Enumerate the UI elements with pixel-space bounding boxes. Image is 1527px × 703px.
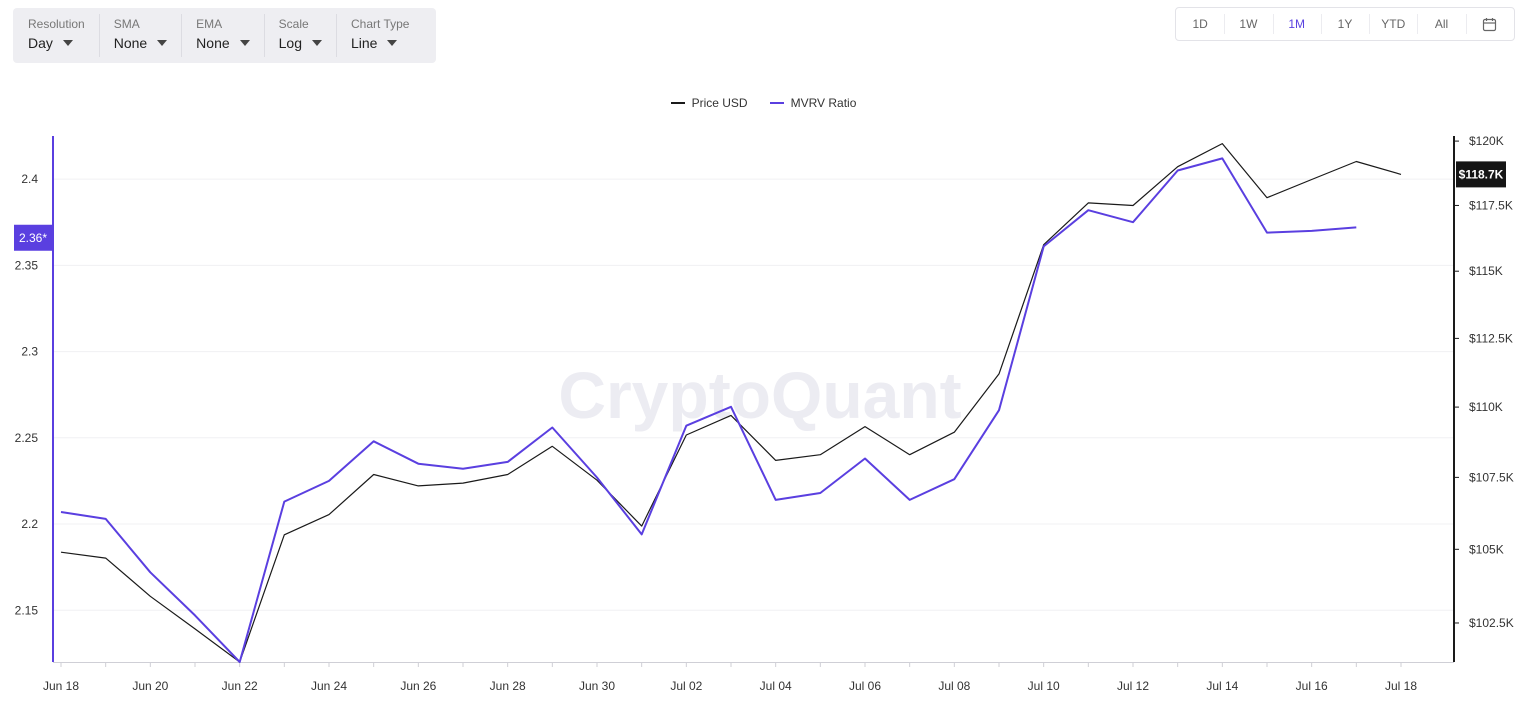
- x-tick-label: Jun 30: [579, 679, 615, 693]
- left-tick-label: 2.15: [15, 603, 39, 617]
- x-tick-label: Jun 26: [400, 679, 436, 693]
- x-tick-label: Jul 10: [1028, 679, 1060, 693]
- right-tick-label: $110K: [1469, 400, 1503, 414]
- x-tick-label: Jun 22: [222, 679, 258, 693]
- right-tick-label: $112.5K: [1469, 331, 1513, 345]
- right-tick-label: $107.5K: [1469, 470, 1514, 484]
- x-tick-label: Jul 04: [760, 679, 792, 693]
- x-tick-label: Jun 20: [132, 679, 168, 693]
- left-tick-label: 2.3: [21, 345, 38, 359]
- left-tick-label: 2.4: [21, 172, 38, 186]
- right-tick-label: $115K: [1469, 264, 1503, 278]
- left-tick-label: 2.35: [15, 258, 39, 272]
- left-tick-label: 2.25: [15, 431, 39, 445]
- x-tick-label: Jun 18: [43, 679, 79, 693]
- x-tick-label: Jul 12: [1117, 679, 1149, 693]
- right-tick-label: $117.5K: [1469, 198, 1513, 212]
- x-tick-label: Jul 08: [938, 679, 970, 693]
- right-tick-label: $105K: [1469, 542, 1504, 556]
- x-tick-label: Jul 16: [1296, 679, 1328, 693]
- right-value-badge-label: $118.7K: [1459, 167, 1504, 181]
- x-tick-label: Jul 14: [1206, 679, 1238, 693]
- watermark: CryptoQuant: [558, 358, 961, 432]
- x-tick-label: Jul 18: [1385, 679, 1417, 693]
- x-tick-label: Jul 06: [849, 679, 881, 693]
- mvrv-price-chart: CryptoQuant 2.15 2.2 2.25 2.3 2.35 2.4 $102.5K…: [14, 134, 1514, 693]
- right-tick-label: $102.5K: [1469, 616, 1514, 630]
- x-tick-label: Jun 28: [490, 679, 526, 693]
- x-tick-label: Jun 24: [311, 679, 347, 693]
- left-value-badge-label: 2.36*: [19, 231, 47, 245]
- right-tick-label: $120K: [1469, 134, 1504, 148]
- x-tick-label: Jul 02: [670, 679, 702, 693]
- left-tick-label: 2.2: [21, 517, 38, 531]
